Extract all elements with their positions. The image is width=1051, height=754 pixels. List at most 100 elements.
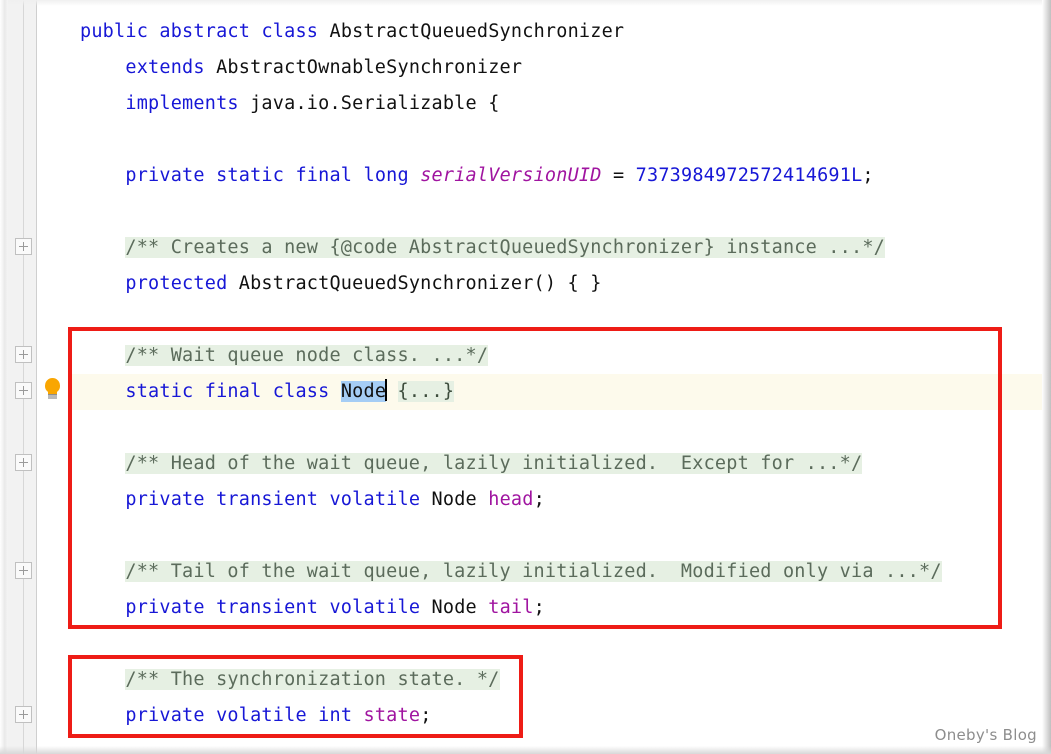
keyword-token: static (125, 381, 194, 402)
keyword-token: abstract (159, 21, 251, 42)
punctuation-token: ; (420, 705, 432, 726)
keyword-token: transient (216, 597, 319, 618)
punctuation-token: { (488, 93, 500, 114)
javadoc-comment: /** Wait queue node class. ...*/ (125, 345, 489, 366)
type-name-token: java.io.Serializable (250, 93, 477, 114)
keyword-token: static (216, 165, 285, 186)
frame-shadow-right (1042, 0, 1051, 754)
type-name-token: AbstractOwnableSynchronizer (216, 57, 523, 78)
selected-identifier: Node (340, 381, 387, 402)
keyword-token: final (295, 165, 353, 186)
line-serialversionuid[interactable]: private static final long serialVersionU… (0, 158, 1051, 194)
keyword-token: class (261, 21, 319, 42)
line-head-field[interactable]: private transient volatile Node head; (0, 482, 1051, 518)
keyword-token: protected (125, 273, 228, 294)
javadoc-comment: /** The synchronization state. */ (125, 669, 500, 690)
frame-shadow-bottom (0, 746, 1051, 754)
type-name-token: Node (431, 597, 477, 618)
keyword-token: volatile (216, 705, 307, 726)
frame-shadow-top (0, 0, 1051, 6)
line-state-field[interactable]: private volatile int state; (0, 698, 1051, 734)
keyword-token: transient (216, 489, 319, 510)
line-doc-ctor[interactable]: /** Creates a new {@code AbstractQueuedS… (0, 230, 1051, 266)
code-content[interactable]: public abstract class AbstractQueuedSync… (0, 0, 1051, 754)
line-tail-field[interactable]: private transient volatile Node tail; (0, 590, 1051, 626)
number-token: 7373984972572414691L (635, 165, 863, 186)
punctuation-token: ; (533, 489, 545, 510)
keyword-token: final (204, 381, 262, 402)
javadoc-comment: /** Tail of the wait queue, lazily initi… (125, 561, 942, 582)
punctuation-token: = (612, 165, 625, 186)
keyword-token: int (318, 705, 353, 726)
frame-shadow-left (0, 0, 8, 754)
keyword-token: private (125, 597, 205, 618)
type-name-token: AbstractQueuedSynchronizer (238, 273, 534, 294)
line-class-decl[interactable]: public abstract class AbstractQueuedSync… (0, 14, 1051, 50)
watermark: Oneby's Blog (934, 726, 1037, 744)
field-name-token: state (363, 705, 421, 726)
keyword-token: class (272, 381, 330, 402)
line-doc-head[interactable]: /** Head of the wait queue, lazily initi… (0, 446, 1051, 482)
keyword-token: long (363, 165, 409, 186)
field-name-token: tail (488, 597, 534, 618)
line-ctor[interactable]: protected AbstractQueuedSynchronizer() {… (0, 266, 1051, 302)
keyword-token: private (125, 705, 205, 726)
line-doc-node[interactable]: /** Wait queue node class. ...*/ (0, 338, 1051, 374)
keyword-token: volatile (329, 597, 421, 618)
line-doc-tail[interactable]: /** Tail of the wait queue, lazily initi… (0, 554, 1051, 590)
line-extends[interactable]: extends AbstractOwnableSynchronizer (0, 50, 1051, 86)
keyword-token: private (125, 489, 205, 510)
keyword-token: private (125, 165, 205, 186)
keyword-token: extends (125, 57, 205, 78)
collapsed-block-placeholder: {...} (397, 381, 455, 402)
javadoc-comment: /** Creates a new {@code AbstractQueuedS… (125, 237, 886, 258)
punctuation-token: ; (533, 597, 545, 618)
javadoc-comment: /** Head of the wait queue, lazily initi… (125, 453, 863, 474)
line-doc-state[interactable]: /** The synchronization state. */ (0, 662, 1051, 698)
punctuation-token: ; (862, 165, 874, 186)
keyword-token: implements (125, 93, 239, 114)
code-editor-window: public abstract class AbstractQueuedSync… (0, 0, 1051, 754)
line-implements[interactable]: implements java.io.Serializable { (0, 86, 1051, 122)
line-node-class[interactable]: static final class Node {...} (0, 374, 1051, 410)
